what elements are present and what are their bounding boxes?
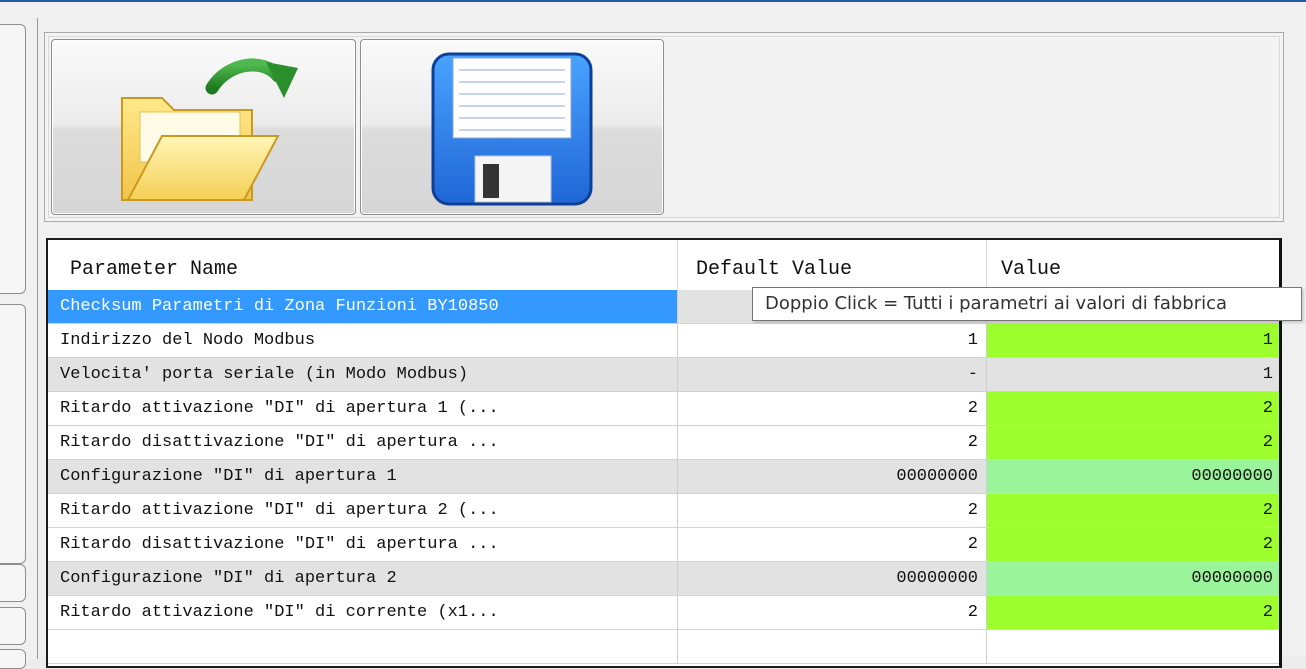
table-row[interactable]: Configurazione "DI" di apertura 2 0000000… <box>48 562 1279 596</box>
value-cell[interactable]: 2 <box>987 528 1279 561</box>
parameter-name-cell[interactable]: Configurazione "DI" di apertura 2 <box>48 562 678 595</box>
value-cell[interactable]: 1 <box>987 358 1279 391</box>
table-row[interactable]: Ritardo attivazione "DI" di apertura 2 (… <box>48 494 1279 528</box>
left-panel-strip <box>0 4 38 669</box>
table-row[interactable]: Velocita' porta seriale (in Modo Modbus)… <box>48 358 1279 392</box>
table-row[interactable]: Ritardo attivazione "DI" di corrente (x1… <box>48 596 1279 630</box>
open-file-button[interactable] <box>51 39 356 215</box>
column-header-default-value[interactable]: Default Value <box>678 240 987 290</box>
default-value-cell: 1 <box>678 324 987 357</box>
left-tab-1[interactable] <box>0 24 26 294</box>
parameter-name-cell[interactable]: Velocita' porta seriale (in Modo Modbus) <box>48 358 678 391</box>
default-value-cell <box>678 630 987 663</box>
table-row[interactable]: Ritardo disattivazione "DI" di apertura … <box>48 528 1279 562</box>
value-cell[interactable]: 1 <box>987 324 1279 357</box>
save-button[interactable] <box>360 39 664 215</box>
default-value-cell: 2 <box>678 392 987 425</box>
value-cell[interactable] <box>987 630 1279 663</box>
left-tab-5[interactable] <box>0 649 26 669</box>
left-tab-3[interactable] <box>0 564 26 602</box>
window-frame: Parameter Name Default Value Value Check… <box>0 0 1306 669</box>
default-value-cell: 2 <box>678 426 987 459</box>
parameter-name-cell[interactable]: Ritardo disattivazione "DI" di apertura … <box>48 426 678 459</box>
default-value-cell: 00000000 <box>678 562 987 595</box>
default-value-cell: 2 <box>678 494 987 527</box>
grid-rows: Checksum Parametri di Zona Funzioni BY10… <box>48 290 1279 664</box>
folder-open-icon <box>121 58 298 201</box>
left-tab-4[interactable] <box>0 607 26 645</box>
parameter-name-cell[interactable]: Configurazione "DI" di apertura 1 <box>48 460 678 493</box>
parameter-name-cell[interactable]: Indirizzo del Nodo Modbus <box>48 324 678 357</box>
table-row[interactable] <box>48 630 1279 664</box>
splitter[interactable] <box>37 18 38 659</box>
floppy-disk-icon <box>431 52 593 206</box>
default-value-cell: 2 <box>678 528 987 561</box>
parameter-name-cell[interactable]: Checksum Parametri di Zona Funzioni BY10… <box>48 290 678 323</box>
parameter-name-cell[interactable]: Ritardo attivazione "DI" di apertura 2 (… <box>48 494 678 527</box>
default-value-cell: 2 <box>678 596 987 629</box>
table-row[interactable]: Indirizzo del Nodo Modbus 1 1 <box>48 324 1279 358</box>
column-header-parameter-name[interactable]: Parameter Name <box>48 240 678 290</box>
left-tab-2[interactable] <box>0 304 26 564</box>
tooltip: Doppio Click = Tutti i parametri ai valo… <box>752 287 1302 321</box>
table-row[interactable]: Ritardo attivazione "DI" di apertura 1 (… <box>48 392 1279 426</box>
grid-header: Parameter Name Default Value Value <box>48 240 1279 291</box>
parameter-name-cell[interactable]: Ritardo disattivazione "DI" di apertura … <box>48 528 678 561</box>
toolbar <box>44 32 1284 222</box>
column-header-value[interactable]: Value <box>987 240 1279 290</box>
parameter-name-cell[interactable]: Ritardo attivazione "DI" di apertura 1 (… <box>48 392 678 425</box>
value-cell[interactable]: 2 <box>987 494 1279 527</box>
value-cell[interactable]: 00000000 <box>987 562 1279 595</box>
value-cell[interactable]: 2 <box>987 596 1279 629</box>
value-cell[interactable]: 00000000 <box>987 460 1279 493</box>
value-cell[interactable]: 2 <box>987 392 1279 425</box>
parameter-name-cell[interactable]: Ritardo attivazione "DI" di corrente (x1… <box>48 596 678 629</box>
table-row[interactable]: Configurazione "DI" di apertura 1 0000000… <box>48 460 1279 494</box>
table-row[interactable]: Ritardo disattivazione "DI" di apertura … <box>48 426 1279 460</box>
default-value-cell: - <box>678 358 987 391</box>
default-value-cell: 00000000 <box>678 460 987 493</box>
value-cell[interactable]: 2 <box>987 426 1279 459</box>
parameter-name-cell[interactable] <box>48 630 678 663</box>
